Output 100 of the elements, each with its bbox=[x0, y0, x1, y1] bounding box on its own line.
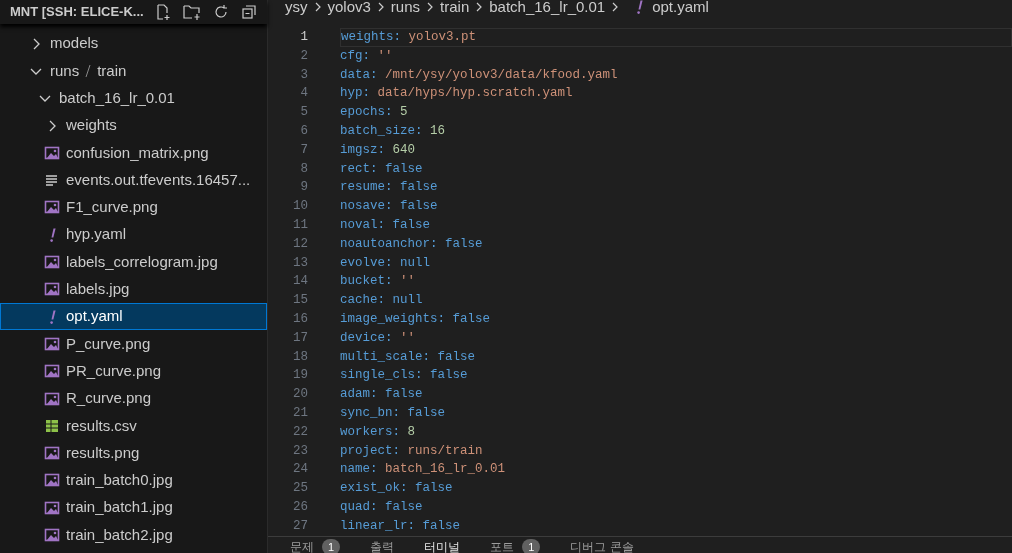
code-line: noautoanchor: false bbox=[340, 235, 484, 253]
tree-item[interactable]: labels.jpg bbox=[0, 275, 267, 303]
code-line: workers: 8 bbox=[340, 423, 417, 441]
code-line: device: '' bbox=[340, 329, 417, 347]
line-number: 5 bbox=[299, 104, 308, 122]
code-line: resume: false bbox=[340, 179, 439, 197]
breadcrumb-item[interactable]: ysy bbox=[285, 0, 308, 19]
image-file-icon bbox=[44, 499, 60, 516]
code-line: evolve: null bbox=[340, 254, 432, 272]
panel-tab[interactable]: 문제 1 bbox=[290, 536, 341, 553]
code-line: noval: false bbox=[340, 217, 432, 234]
tree-item[interactable]: models bbox=[0, 30, 267, 58]
panel-tab[interactable]: 터미널 bbox=[424, 536, 461, 553]
line-number: 27 bbox=[292, 517, 308, 535]
image-file-icon bbox=[44, 390, 60, 407]
line-number: 26 bbox=[292, 498, 308, 516]
line-number: 25 bbox=[292, 480, 308, 498]
panel-tab[interactable]: 출력 bbox=[370, 536, 395, 553]
image-file-icon bbox=[44, 199, 60, 216]
code-line: name: batch_16_lr_0.01 bbox=[340, 461, 507, 479]
lines-icon bbox=[44, 172, 60, 189]
tree-item[interactable]: labels_correlogram.jpg bbox=[0, 248, 267, 276]
line-number: 23 bbox=[292, 442, 308, 460]
tree-item[interactable]: opt.yaml bbox=[0, 302, 267, 331]
line-number: 12 bbox=[292, 235, 308, 253]
image-file-icon bbox=[44, 472, 60, 489]
breadcrumb-item[interactable]: batch_16_lr_0.01 bbox=[489, 0, 606, 19]
code-line: batch_size: 16 bbox=[340, 123, 447, 140]
line-number: 22 bbox=[292, 423, 308, 441]
line-number: 21 bbox=[292, 404, 308, 422]
line-number: 17 bbox=[292, 329, 308, 347]
line-number: 9 bbox=[299, 179, 308, 197]
code-line: multi_scale: false bbox=[340, 348, 477, 366]
line-number: 15 bbox=[292, 292, 308, 310]
image-file-icon bbox=[44, 254, 60, 270]
line-number: 4 bbox=[299, 85, 308, 103]
panel-tab[interactable]: 디버그 콘솔 bbox=[570, 536, 634, 553]
code-line: imgsz: 640 bbox=[340, 141, 417, 159]
tree-item[interactable]: train_batch0.jpg bbox=[0, 466, 267, 495]
tree-item[interactable]: train_batch1.jpg bbox=[0, 494, 267, 522]
tree-item[interactable]: R_curve.png bbox=[0, 384, 267, 413]
code-line: rect: false bbox=[340, 160, 424, 178]
code-line: single_cls: false bbox=[340, 367, 469, 385]
image-file-icon bbox=[44, 335, 60, 352]
image-file-icon bbox=[44, 527, 60, 543]
slash-icon bbox=[85, 63, 92, 78]
tree-item[interactable]: results.csv bbox=[0, 412, 267, 440]
code-line: bucket: '' bbox=[340, 273, 417, 291]
count-badge: 1 bbox=[522, 538, 541, 553]
tree-item[interactable]: events.out.tfevents.16457... bbox=[0, 166, 267, 194]
image-file-icon bbox=[44, 144, 60, 161]
image-file-icon bbox=[44, 445, 60, 462]
line-number: 1 bbox=[299, 29, 308, 46]
tree-item[interactable]: confusion_matrix.png bbox=[0, 139, 267, 167]
line-number: 16 bbox=[292, 310, 308, 328]
tree-item[interactable]: P_curve.png bbox=[0, 330, 267, 358]
line-number: 10 bbox=[292, 198, 308, 216]
code-line: data: /mnt/ysy/yolov3/data/kfood.yaml bbox=[340, 66, 619, 84]
code-line: cfg: '' bbox=[340, 47, 394, 65]
tree-item[interactable]: train_batch2.jpg bbox=[0, 521, 267, 549]
image-file-icon bbox=[44, 363, 60, 380]
image-file-icon bbox=[44, 281, 60, 298]
line-number: 19 bbox=[292, 367, 308, 385]
code-line: epochs: 5 bbox=[340, 104, 409, 122]
code-line: adam: false bbox=[340, 386, 424, 404]
code-line: sync_bn: false bbox=[340, 404, 447, 422]
breadcrumb-item[interactable]: train bbox=[440, 0, 470, 19]
tree-item[interactable]: weights bbox=[0, 111, 267, 140]
code-line: cache: null bbox=[340, 292, 424, 310]
code-line: exist_ok: false bbox=[340, 480, 454, 498]
panel-tab[interactable]: 포트 1 bbox=[490, 536, 541, 553]
tree-item[interactable]: hyp.yaml bbox=[0, 221, 267, 249]
breadcrumb-item[interactable]: runs bbox=[390, 0, 421, 19]
breadcrumb-item[interactable]: yolov3 bbox=[327, 0, 371, 19]
line-number: 7 bbox=[299, 141, 308, 159]
line-number: 13 bbox=[292, 254, 308, 272]
code-line: project: runs/train bbox=[340, 442, 484, 460]
collapse-icon[interactable] bbox=[239, 3, 258, 21]
line-number: 2 bbox=[299, 47, 308, 65]
count-badge: 1 bbox=[322, 538, 341, 553]
tree-item[interactable]: results.png bbox=[0, 439, 267, 467]
breadcrumb-item[interactable]: opt.yaml bbox=[652, 0, 709, 19]
line-number: 20 bbox=[292, 386, 308, 404]
code-line: image_weights: false bbox=[340, 310, 492, 328]
tree-item[interactable]: runs train bbox=[0, 57, 267, 85]
line-number: 11 bbox=[292, 217, 308, 234]
tree-item[interactable]: PR_curve.png bbox=[0, 357, 267, 385]
line-number: 24 bbox=[292, 461, 308, 479]
table-icon bbox=[44, 417, 60, 434]
line-number: 3 bbox=[299, 66, 308, 84]
code-line: linear_lr: false bbox=[340, 517, 462, 535]
code-line: nosave: false bbox=[340, 198, 439, 216]
line-number: 8 bbox=[299, 160, 308, 178]
tree-item[interactable]: batch_16_lr_0.01 bbox=[0, 84, 267, 112]
explorer-title: MNT [SSH: ELICE-K... bbox=[10, 3, 144, 22]
code-line: quad: false bbox=[340, 498, 424, 516]
tree-item[interactable]: F1_curve.png bbox=[0, 193, 267, 222]
line-number: 6 bbox=[299, 123, 308, 140]
line-number: 18 bbox=[292, 348, 308, 366]
new-folder-icon[interactable] bbox=[181, 3, 202, 21]
